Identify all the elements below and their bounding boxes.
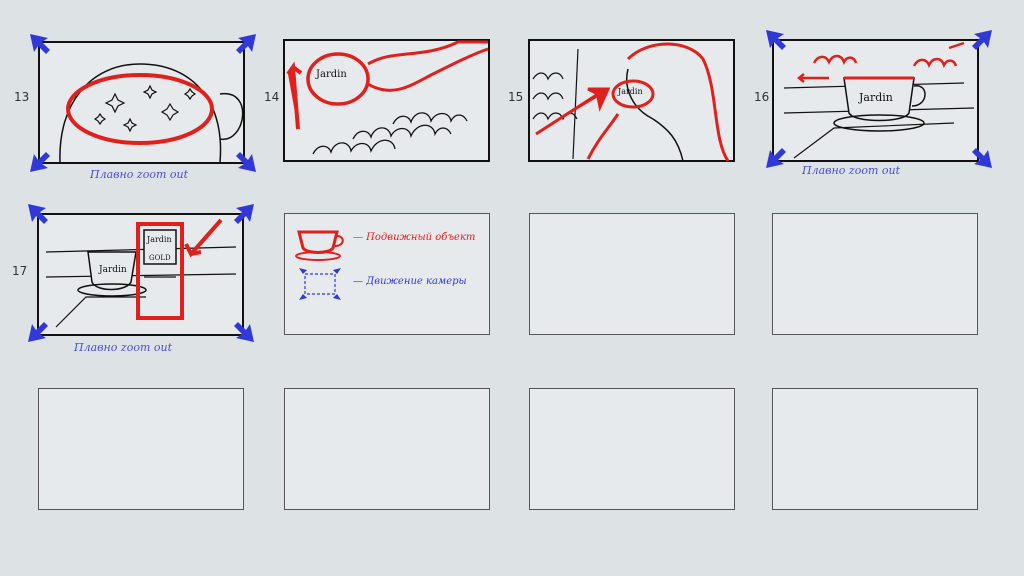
frame-17-caption: Плавно zoom out — [74, 341, 173, 354]
legend-camera-label: — Движение камеры — [353, 276, 467, 287]
camera-move-icon — [299, 268, 341, 300]
empty-frame — [529, 388, 735, 510]
pack-label: Jardin — [146, 235, 172, 244]
empty-frame — [772, 388, 978, 510]
frame-16: Jardin — [764, 28, 994, 170]
frame-15-number: 15 — [508, 90, 524, 104]
legend-object-label: — Подвижный объект — [353, 232, 476, 243]
frame-13 — [30, 34, 256, 172]
frame-15: Jardin — [528, 39, 736, 163]
empty-frame — [529, 213, 735, 335]
empty-frame — [38, 388, 244, 510]
empty-frame — [772, 213, 978, 335]
frame-17-number: 17 — [12, 264, 28, 278]
pack-sublabel: GOLD — [149, 254, 171, 262]
frame-13-caption: Плавно zoom out — [90, 168, 189, 181]
frame-16-caption: Плавно zoom out — [802, 164, 901, 177]
frame-13-number: 13 — [14, 90, 30, 104]
cup-label: Jardin — [98, 265, 127, 275]
frame-14-number: 14 — [264, 90, 280, 104]
cup-label: Jardin — [617, 87, 643, 96]
legend-icons — [295, 230, 344, 300]
cup-label: Jardin — [858, 91, 893, 104]
frame-17: Jardin Jardin GOLD — [26, 202, 256, 344]
frame-14: Jardin — [283, 39, 491, 163]
cup-icon — [295, 230, 344, 261]
empty-frame — [284, 388, 490, 510]
cup-label: Jardin — [315, 69, 347, 80]
legend-frame: — Подвижный объект — Движение камеры — [284, 213, 490, 335]
